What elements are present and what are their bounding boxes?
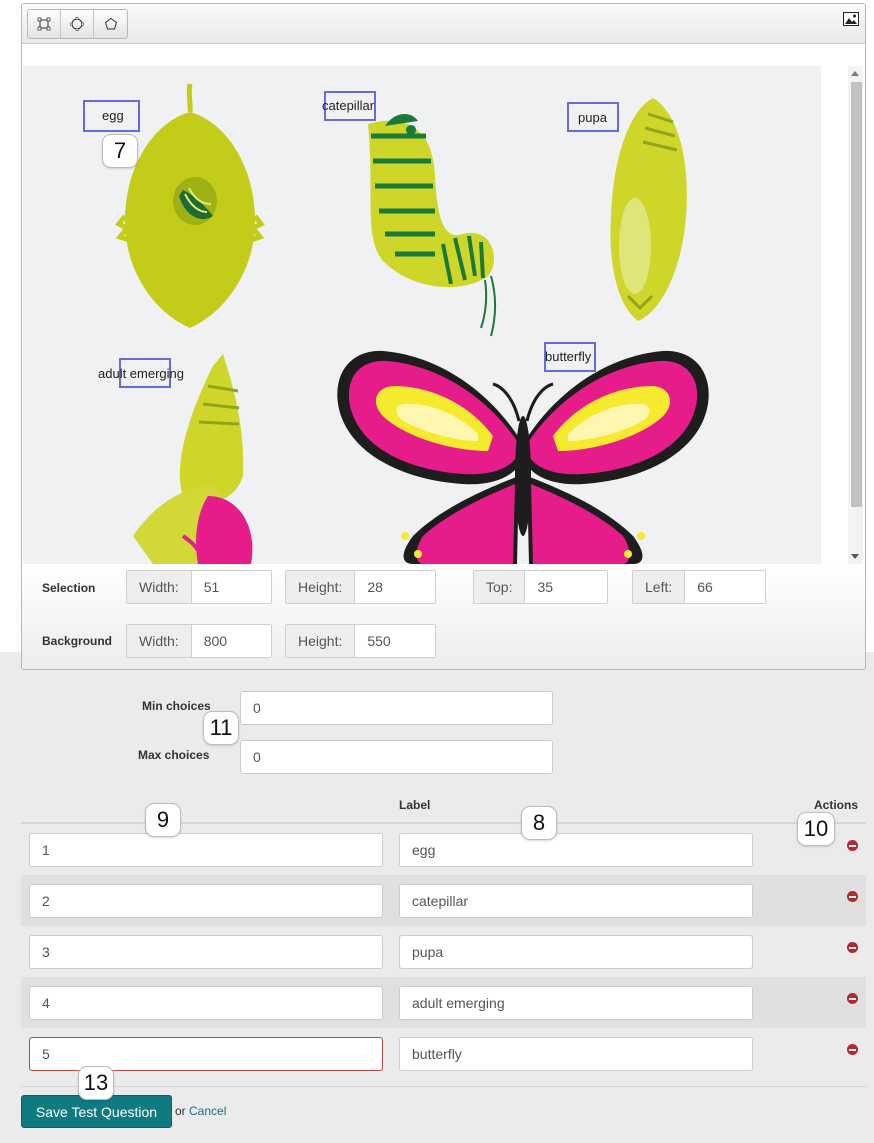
editor-toolbar (22, 4, 865, 44)
rectangle-icon (37, 17, 51, 31)
caterpillar-image (368, 114, 497, 337)
label-column-header: Label (399, 798, 431, 812)
hotspot-label-pupa: pupa (578, 110, 607, 125)
or-text: or (175, 1104, 186, 1118)
choice-label-input[interactable] (399, 986, 753, 1020)
canvas-scrollbar[interactable] (848, 66, 863, 564)
callout-marker-10: 10 (797, 812, 835, 846)
polygon-icon (104, 17, 117, 30)
background-height-input[interactable] (355, 625, 435, 657)
background-width-label: Width: (127, 625, 192, 657)
hotspot-label-adult-emerging: adult emerging (98, 366, 184, 381)
remove-row-icon[interactable] (847, 1044, 858, 1055)
table-bottom-divider (21, 1086, 866, 1087)
selection-width-field: Width: (126, 570, 272, 604)
choice-label-input[interactable] (399, 1037, 753, 1071)
background-image-button[interactable] (843, 12, 859, 26)
choice-value-input[interactable] (29, 986, 383, 1020)
selection-top-field: Top: (473, 570, 608, 604)
background-title: Background (42, 634, 113, 648)
selection-title: Selection (42, 581, 96, 595)
hotspot-label-butterfly: butterfly (545, 349, 592, 364)
remove-row-icon[interactable] (847, 891, 858, 902)
polygon-tool-button[interactable] (94, 10, 127, 38)
max-choices-label: Max choices (138, 748, 210, 762)
selection-top-label: Top: (474, 571, 526, 603)
selection-left-label: Left: (633, 571, 686, 603)
callout-marker-9: 9 (145, 803, 181, 837)
scroll-up-arrow-icon[interactable] (851, 71, 859, 76)
remove-row-icon[interactable] (847, 993, 858, 1004)
hotspot-label-catepillar: catepillar (322, 98, 375, 113)
hotspot-editor: egg catepillar pupa adult emerging butte… (21, 3, 866, 670)
background-height-field: Height: (285, 624, 436, 658)
scrollbar-thumb[interactable] (851, 82, 862, 507)
circle-icon (70, 17, 84, 31)
selection-left-input[interactable] (685, 571, 765, 603)
choice-value-input[interactable] (29, 1037, 383, 1071)
selection-height-field: Height: (285, 570, 436, 604)
choice-value-input[interactable] (29, 884, 383, 918)
background-height-label: Height: (286, 625, 356, 657)
selection-left-field: Left: (632, 570, 766, 604)
selection-width-label: Width: (127, 571, 192, 603)
callout-marker-11: 11 (203, 711, 239, 745)
selection-height-input[interactable] (355, 571, 435, 603)
butterfly-image (337, 350, 709, 564)
selection-top-input[interactable] (525, 571, 607, 603)
choice-value-input[interactable] (29, 833, 383, 867)
cancel-link[interactable]: Cancel (189, 1104, 226, 1118)
callout-marker-13: 13 (78, 1066, 114, 1100)
actions-column-header: Actions (814, 798, 859, 812)
pupa-image (610, 98, 687, 321)
min-choices-label: Min choices (142, 699, 211, 713)
remove-row-icon[interactable] (847, 942, 858, 953)
background-width-field: Width: (126, 624, 272, 658)
circle-tool-button[interactable] (61, 10, 94, 38)
hotspot-label-egg: egg (102, 108, 124, 123)
image-icon (843, 12, 859, 26)
choice-value-input[interactable] (29, 935, 383, 969)
remove-row-icon[interactable] (847, 840, 858, 851)
hotspot-canvas[interactable]: egg catepillar pupa adult emerging butte… (23, 66, 821, 564)
min-choices-input[interactable] (240, 691, 553, 725)
background-width-input[interactable] (191, 625, 271, 657)
max-choices-input[interactable] (240, 740, 553, 774)
egg-leaf-image (115, 83, 265, 328)
rectangle-tool-button[interactable] (28, 10, 61, 38)
selection-width-input[interactable] (191, 571, 271, 603)
callout-marker-8: 8 (521, 806, 557, 840)
life-cycle-illustration (115, 83, 709, 564)
properties-panel: Selection Width: Height: Top: Left: Back… (22, 564, 865, 669)
choice-label-input[interactable] (399, 833, 753, 867)
choice-label-input[interactable] (399, 935, 753, 969)
selection-height-label: Height: (286, 571, 356, 603)
shape-tool-group (27, 9, 128, 39)
scroll-down-arrow-icon[interactable] (851, 554, 859, 559)
callout-marker-7: 7 (102, 134, 138, 168)
choice-label-input[interactable] (399, 884, 753, 918)
